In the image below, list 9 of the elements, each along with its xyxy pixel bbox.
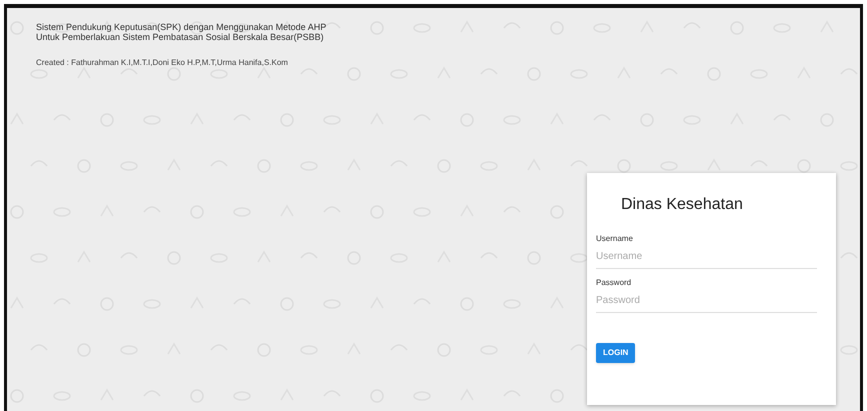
credits-text: Created : Fathurahman K.I,M.T.I,Doni Eko H.P,M.T,Urma Hanifa,S.Kom — [36, 57, 289, 69]
field-label: Password — [596, 277, 632, 289]
input-field[interactable]: Username — [596, 245, 817, 269]
card-title: Dinas Kesehatan — [620, 195, 744, 215]
app-title: Sistem Pendukung Keputusan(SPK) dengan Menggunakan Metode AHP — [36, 22, 328, 32]
login-button[interactable]: LOGIN — [596, 343, 636, 363]
field-label: Username — [596, 233, 634, 245]
input-field[interactable]: Password — [596, 289, 817, 313]
app-title: Untuk Pemberlakuan Sistem Pembatasan Sosial Berskala Besar(PSBB) — [36, 32, 325, 42]
